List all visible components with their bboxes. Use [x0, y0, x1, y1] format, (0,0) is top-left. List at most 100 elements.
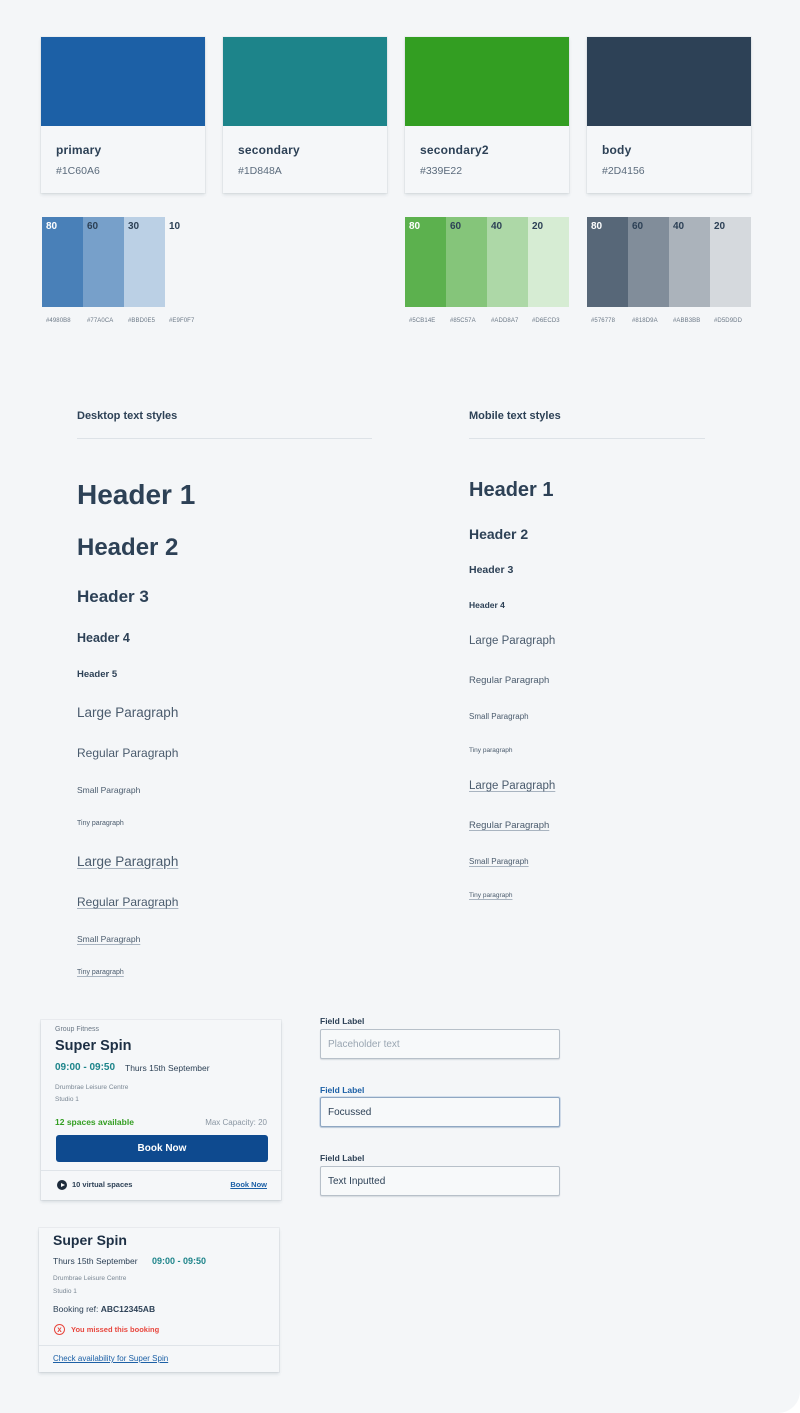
swatch-hex: #1C60A6: [56, 165, 100, 177]
placeholder-input[interactable]: [320, 1029, 560, 1059]
divider: [469, 438, 705, 439]
tint-row-primary: 80 60 30 10: [42, 217, 206, 307]
class-card: Group Fitness Super Spin 09:00 - 09:50 T…: [41, 1020, 281, 1200]
booking-venue: Drumbrae Leisure Centre: [53, 1275, 127, 1282]
tint-hex: #5CB14E: [409, 318, 436, 324]
desktop-header-4: Header 4: [77, 631, 130, 645]
tint-row-body: 80 60 40 20: [587, 217, 751, 307]
desktop-header-1: Header 1: [77, 479, 196, 510]
check-availability-link[interactable]: Check availability for Super Spin: [53, 1354, 168, 1363]
desktop-regular-paragraph-link[interactable]: Regular Paragraph: [77, 895, 178, 909]
tint-swatch: 60: [83, 217, 124, 307]
mobile-text-styles: Mobile text styles Header 1 Header 2 Hea…: [469, 410, 705, 899]
tint-swatch: 10: [165, 217, 206, 307]
desktop-header-3: Header 3: [77, 587, 149, 606]
field-label: Field Label: [320, 1016, 365, 1026]
booking-room: Studio 1: [53, 1288, 77, 1295]
field-label: Field Label: [320, 1085, 365, 1095]
booking-date: Thurs 15th September: [53, 1256, 138, 1266]
virtual-spaces: 10 virtual spaces: [72, 1180, 133, 1189]
tint-hex: #85C57A: [450, 318, 476, 324]
max-capacity: Max Capacity: 20: [205, 1118, 267, 1127]
mobile-text-styles-title: Mobile text styles: [469, 410, 561, 422]
card-divider: [39, 1345, 279, 1346]
mobile-header-2: Header 2: [469, 526, 529, 542]
tint-percent: 60: [632, 221, 644, 232]
tint-swatch: 80: [587, 217, 628, 307]
tint-hex-row-secondary2: #5CB14E #85C57A #ADD8A7 #D6ECD3: [409, 318, 573, 324]
style-guide-page: primary #1C60A6 secondary #1D848A second…: [0, 0, 800, 1413]
swatch-card-body: body #2D4156: [587, 37, 751, 193]
desktop-large-paragraph: Large Paragraph: [77, 705, 179, 720]
field-label: Field Label: [320, 1153, 365, 1163]
tint-swatch: 80: [42, 217, 83, 307]
focussed-input[interactable]: [320, 1097, 560, 1127]
tint-hex: #ABB3BB: [673, 318, 701, 324]
tint-percent: 80: [409, 221, 421, 232]
tint-percent: 60: [87, 221, 99, 232]
play-icon: [57, 1180, 67, 1190]
swatch-color-body: [587, 37, 751, 126]
tint-percent: 10: [169, 221, 181, 232]
booking-title: Super Spin: [53, 1232, 127, 1248]
swatch-color-secondary: [223, 37, 387, 126]
filled-input[interactable]: [320, 1166, 560, 1196]
tint-hex: #E9F0F7: [169, 318, 195, 324]
class-date: Thurs 15th September: [125, 1063, 210, 1073]
close-circle-icon: x: [54, 1324, 65, 1335]
mobile-tiny-paragraph-link[interactable]: Tiny paragraph: [469, 892, 512, 899]
tint-row-secondary2: 80 60 40 20: [405, 217, 569, 307]
booking-time: 09:00 - 09:50: [152, 1256, 207, 1266]
desktop-text-styles: Desktop text styles Header 1 Header 2 He…: [77, 410, 372, 976]
swatch-color-primary: [41, 37, 205, 126]
desktop-tiny-paragraph: Tiny paragraph: [77, 820, 124, 827]
swatch-hex: #339E22: [420, 165, 463, 177]
book-now-button[interactable]: Book Now: [56, 1135, 268, 1162]
mobile-large-paragraph-link[interactable]: Large Paragraph: [469, 780, 555, 792]
mobile-header-4: Header 4: [469, 600, 505, 610]
desktop-small-paragraph: Small Paragraph: [77, 785, 141, 795]
booking-ref: Booking ref: ABC12345AB: [53, 1304, 155, 1314]
tint-percent: 80: [46, 221, 58, 232]
tint-swatch: 20: [710, 217, 751, 307]
tint-hex: #4980B8: [46, 318, 71, 324]
tint-percent: 20: [714, 221, 726, 232]
mobile-regular-paragraph-link[interactable]: Regular Paragraph: [469, 820, 549, 831]
swatch-name: secondary2: [420, 143, 489, 157]
desktop-tiny-paragraph-link[interactable]: Tiny paragraph: [77, 969, 124, 976]
tint-swatch: 60: [628, 217, 669, 307]
mobile-regular-paragraph: Regular Paragraph: [469, 675, 550, 686]
booking-card: Super Spin Thurs 15th September 09:00 - …: [39, 1228, 279, 1372]
mobile-header-3: Header 3: [469, 564, 514, 576]
mobile-large-paragraph: Large Paragraph: [469, 635, 556, 647]
tint-hex: #BBD0E5: [128, 318, 156, 324]
tint-swatch: 30: [124, 217, 165, 307]
tint-swatch: 80: [405, 217, 446, 307]
tint-percent: 40: [673, 221, 685, 232]
desktop-large-paragraph-link[interactable]: Large Paragraph: [77, 854, 178, 869]
tint-hex: #ADD8A7: [491, 318, 519, 324]
tint-percent: 60: [450, 221, 462, 232]
swatch-name: primary: [56, 143, 102, 157]
tint-swatch: 60: [446, 217, 487, 307]
booking-ref-value: ABC12345AB: [100, 1304, 156, 1314]
virtual-book-now-link[interactable]: Book Now: [230, 1180, 267, 1189]
mobile-small-paragraph-link[interactable]: Small Paragraph: [469, 857, 529, 866]
tint-swatch: 40: [669, 217, 710, 307]
tint-percent: 30: [128, 221, 140, 232]
desktop-small-paragraph-link[interactable]: Small Paragraph: [77, 934, 140, 944]
mobile-tiny-paragraph: Tiny paragraph: [469, 747, 513, 754]
class-category: Group Fitness: [55, 1026, 99, 1033]
tint-hex-row-body: #576778 #818D9A #ABB3BB #D5D9DD: [591, 318, 755, 324]
tint-percent: 20: [532, 221, 544, 232]
missed-booking-status: You missed this booking: [71, 1325, 160, 1334]
tint-percent: 80: [591, 221, 603, 232]
class-time: 09:00 - 09:50: [55, 1062, 116, 1073]
spaces-available: 12 spaces available: [55, 1117, 134, 1127]
swatch-name: secondary: [238, 143, 300, 157]
desktop-header-5: Header 5: [77, 669, 118, 680]
tint-swatch: 20: [528, 217, 569, 307]
desktop-header-2: Header 2: [77, 534, 179, 561]
swatch-hex: #2D4156: [602, 165, 645, 177]
divider: [77, 438, 372, 439]
